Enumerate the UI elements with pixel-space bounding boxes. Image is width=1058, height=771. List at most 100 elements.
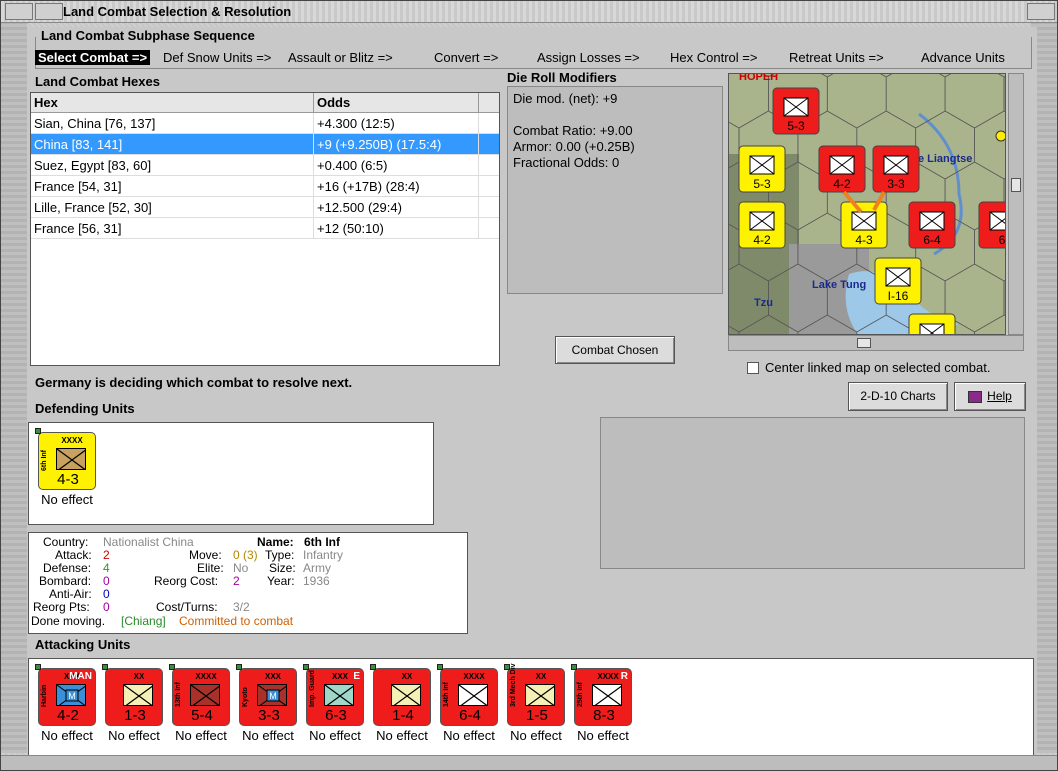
combat-result: No effect — [577, 728, 629, 743]
subphase-sequence: Select Combat => Def Snow Units => Assau… — [35, 50, 1035, 68]
system-menu-button[interactable] — [5, 3, 33, 20]
committed-status: Committed to combat — [179, 614, 294, 628]
drm-armor: Armor: 0.00 (+0.25B) — [513, 139, 635, 154]
map-unit-symbol-icon — [989, 211, 1005, 231]
map-vscroll-thumb[interactable] — [1011, 178, 1021, 192]
infantry-symbol-icon — [190, 684, 220, 706]
table-row[interactable]: China [83, 141] +9 (+9.250B) (17.5:4) — [31, 134, 499, 155]
unit-counter[interactable]: XX 1-3 — [102, 664, 163, 726]
unit-counter[interactable]: XXX M Harbin MAN 4-2 — [35, 664, 96, 726]
drm-combat-ratio: Combat Ratio: +9.00 — [513, 123, 633, 138]
combat-chosen-button[interactable]: Combat Chosen — [555, 336, 675, 364]
status-marker — [236, 664, 242, 670]
cost-turns-value: 3/2 — [233, 600, 250, 614]
unit-name: 25th Inf — [577, 682, 584, 707]
book-icon — [968, 390, 983, 403]
unit-counter[interactable]: XXXX 13th Inf 5-4 — [169, 664, 230, 726]
map-canvas[interactable]: Lake LiangtseLake TungTzuHOPEH5-35-3 4-2 3… — [729, 74, 1006, 335]
odds-cell: +16 (+17B) (28:4) — [314, 176, 479, 196]
table-row[interactable]: France [54, 31] +16 (+17B) (28:4) — [31, 176, 499, 197]
hex-cell: France [54, 31] — [31, 176, 314, 196]
map-hscroll-thumb[interactable] — [857, 338, 871, 348]
infantry-symbol-icon — [324, 684, 354, 706]
phase-def-snow: Def Snow Units => — [163, 50, 272, 65]
charts-button[interactable]: 2-D-10 Charts — [848, 382, 948, 411]
status-marker — [437, 664, 443, 670]
table-row[interactable]: Suez, Egypt [83, 60] +0.400 (6:5) — [31, 155, 499, 176]
unit-counter[interactable]: XX 1-4 — [370, 664, 431, 726]
unit-size: XXXX — [61, 436, 83, 445]
table-row[interactable]: Lille, France [52, 30] +12.500 (29:4) — [31, 197, 499, 218]
unit-counter[interactable]: XX 3rd Mech Div 1-5 — [504, 663, 565, 726]
unit-tag: R — [620, 671, 628, 682]
leader-tag: [Chiang] — [121, 614, 166, 628]
unit-strength: 6-3 — [325, 707, 347, 724]
map-horizontal-scrollbar[interactable] — [728, 335, 1024, 351]
unit-strength: 3-3 — [258, 707, 280, 724]
year-label: Year: — [267, 574, 295, 588]
center-map-checkbox[interactable] — [747, 362, 759, 374]
help-label: Help — [987, 389, 1012, 403]
phase-retreat: Retreat Units => — [789, 50, 884, 65]
unit-counter[interactable]: XXX M Kyoto 3-3 — [236, 664, 297, 726]
map-unit-strength: 5-3 — [787, 119, 805, 133]
unit-counter[interactable]: XXXX 6th Inf 4-3 — [35, 428, 96, 490]
combat-hexes-table: Hex Odds Sian, China [76, 137] +4.300 (12… — [30, 92, 500, 366]
unit-tag: E — [353, 671, 360, 682]
unit-size: XXXX — [597, 672, 619, 681]
map-unit-strength: 6-4 — [923, 233, 941, 247]
unit-size: XX — [535, 672, 547, 681]
combat-result: No effect — [108, 728, 160, 743]
hex-cell: France [56, 31] — [31, 218, 314, 238]
map-vertical-scrollbar[interactable] — [1008, 73, 1024, 335]
combat-result: No effect — [510, 728, 562, 743]
odds-cell: +9 (+9.250B) (17.5:4) — [314, 134, 479, 154]
result-panel — [600, 417, 1025, 569]
unit-size: XXX — [331, 672, 348, 681]
left-frame — [1, 23, 27, 753]
unit-strength: 4-2 — [57, 707, 79, 724]
drm-fractional: Fractional Odds: 0 — [513, 155, 620, 170]
unit-size: XXXX — [463, 672, 485, 681]
die-roll-modifiers: Die mod. (net): +9 Combat Ratio: +9.00 A… — [507, 86, 723, 294]
column-hex[interactable]: Hex — [31, 93, 314, 112]
status-marker — [35, 664, 41, 670]
unit-counter[interactable]: XXXX 25th Inf R 8-3 — [571, 664, 632, 726]
unit-tag: MAN — [69, 671, 92, 682]
unit-name: 6th Inf — [41, 450, 48, 471]
odds-cell: +12.500 (29:4) — [314, 197, 479, 217]
unit-strength: 8-3 — [593, 707, 615, 724]
hex-cell: Lille, France [52, 30] — [31, 197, 314, 217]
hex-cell: China [83, 141] — [31, 134, 314, 154]
title-bar[interactable]: Land Combat Selection & Resolution — [1, 1, 1057, 23]
unit-strength: 4-3 — [57, 471, 79, 488]
unit-strength: 1-4 — [392, 707, 414, 724]
unit-counter[interactable]: XXXX 14th Inf 6-4 — [437, 664, 498, 726]
table-row[interactable]: Sian, China [76, 137] +4.300 (12:5) — [31, 113, 499, 134]
column-odds[interactable]: Odds — [314, 93, 479, 112]
map-unit-strength: 6 — [999, 233, 1006, 247]
table-header: Hex Odds — [31, 93, 499, 113]
status-marker — [169, 664, 175, 670]
phase-assign-losses: Assign Losses => — [537, 50, 640, 65]
phase-convert: Convert => — [434, 50, 499, 65]
unit-name: Kyoto — [242, 687, 249, 707]
hexes-label: Land Combat Hexes — [35, 74, 160, 89]
unit-strength: 1-5 — [526, 707, 548, 724]
unit-counter[interactable]: XXX Imp. Guard E 6-3 — [303, 664, 364, 726]
table-row[interactable]: France [56, 31] +12 (50:10) — [31, 218, 499, 239]
infantry-symbol-icon — [123, 684, 153, 706]
reorg-cost-label: Reorg Cost: — [154, 574, 219, 588]
linked-map[interactable]: Lake Liangtse Lake Tung Tzu HOPEH 5-3 5-3 4-2 3… — [728, 73, 1006, 335]
minimize-button[interactable] — [35, 3, 63, 20]
center-map-label: Center linked map on selected combat. — [765, 360, 991, 375]
close-button[interactable] — [1027, 3, 1055, 20]
combat-result: No effect — [175, 728, 227, 743]
help-button[interactable]: Help — [954, 382, 1026, 411]
defending-label: Defending Units — [35, 401, 135, 416]
unit-size: XX — [401, 672, 413, 681]
phase-select-combat: Select Combat => — [35, 50, 151, 65]
reorg-cost-value: 2 — [233, 574, 240, 588]
year-value: 1936 — [303, 574, 330, 588]
map-label: Tzu — [754, 297, 773, 309]
